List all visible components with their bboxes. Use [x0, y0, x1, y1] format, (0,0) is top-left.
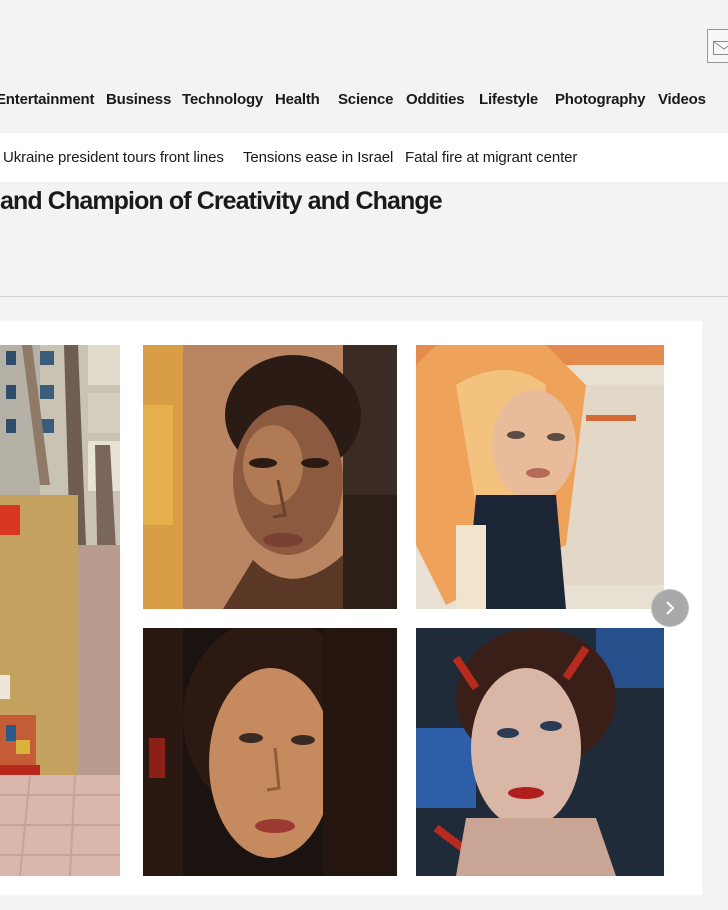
portrait-painting-dark-skin — [143, 345, 397, 609]
portrait-painting-red-lips — [416, 628, 664, 876]
portrait-painting-blonde — [416, 345, 664, 609]
nav-item-photography[interactable]: Photography — [555, 91, 646, 108]
divider — [0, 296, 728, 297]
image-gallery — [0, 321, 702, 895]
nav-item-entertainment[interactable]: Entertainment — [0, 91, 94, 108]
trending-link[interactable]: Ukraine president tours front lines — [3, 149, 224, 166]
portrait-painting-brunette — [143, 628, 397, 876]
gallery-image[interactable] — [143, 345, 397, 609]
nav-item-lifestyle[interactable]: Lifestyle — [479, 91, 538, 108]
gallery-image[interactable] — [0, 345, 120, 876]
nav-item-oddities[interactable]: Oddities — [406, 91, 465, 108]
mail-button[interactable] — [707, 29, 728, 63]
gallery-image[interactable] — [416, 345, 664, 609]
nav-item-technology[interactable]: Technology — [182, 91, 263, 108]
chevron-right-icon — [666, 601, 675, 615]
street-mural-photo — [0, 345, 120, 876]
gallery-image[interactable] — [143, 628, 397, 876]
gallery-image[interactable] — [416, 628, 664, 876]
nav-item-science[interactable]: Science — [338, 91, 394, 108]
nav-item-health[interactable]: Health — [275, 91, 320, 108]
mail-icon — [713, 41, 728, 55]
trending-bar: Ukraine president tours front lines Tens… — [0, 133, 728, 182]
article-headline: and Champion of Creativity and Change — [0, 187, 443, 215]
nav-item-videos[interactable]: Videos — [658, 91, 706, 108]
nav-item-business[interactable]: Business — [106, 91, 171, 108]
trending-link[interactable]: Fatal fire at migrant center — [405, 149, 577, 166]
next-image-button[interactable] — [652, 590, 688, 626]
trending-link[interactable]: Tensions ease in Israel — [243, 149, 393, 166]
